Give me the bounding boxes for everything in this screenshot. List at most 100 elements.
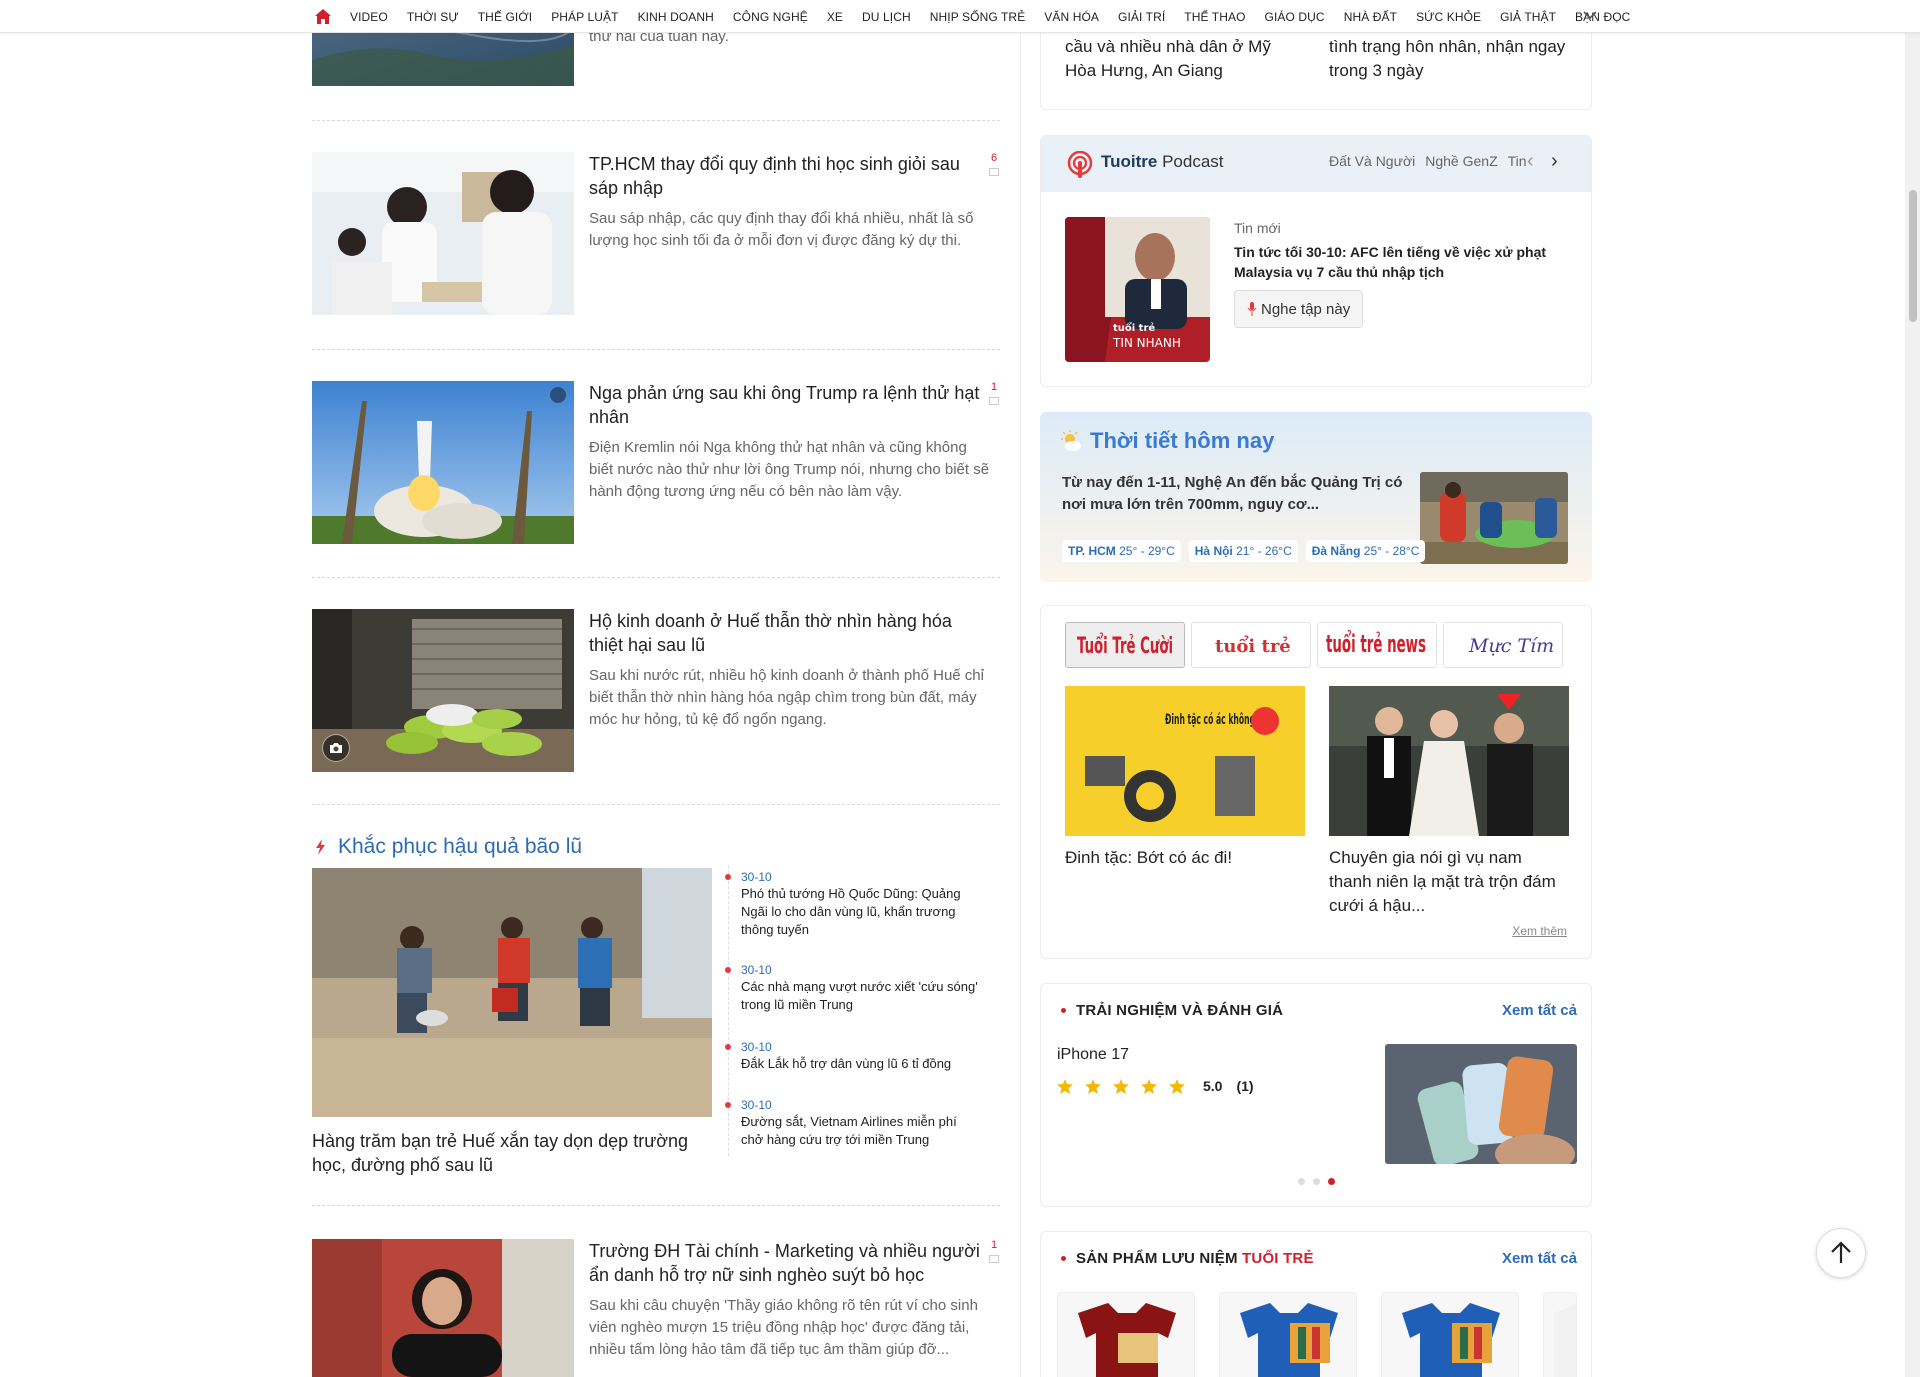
comment-count-value: 1 [990,1239,998,1251]
timeline-item[interactable]: 30-10 Đường sắt, Vietnam Airlines miễn ph… [725,1098,981,1149]
nav-item[interactable]: GIÁO DỤC [1265,10,1325,24]
article-thumbnail[interactable] [312,609,574,772]
brand-tab-cuoi[interactable]: Tuổi Trẻ Cười [1065,622,1185,668]
nav-item[interactable]: VĂN HÓA [1044,10,1099,24]
nav-item[interactable]: KINH DOANH [638,10,714,24]
bullet-dot [1061,1008,1066,1013]
section-main-image[interactable] [312,868,712,1117]
podcast-icon [1067,150,1093,184]
nav-item[interactable]: GIẢ THẬT [1500,10,1556,24]
timeline-item[interactable]: 30-10 Các nhà mạng vượt nước xiết 'cứu só… [725,963,981,1014]
article-title[interactable]: Hộ kinh doanh ở Huế thẫn thờ nhìn hàng h… [589,609,981,657]
podcast-tab[interactable]: Tin nhanh [1508,153,1529,169]
weather-widget[interactable]: Thời tiết hôm nay Từ nay đến 1-11, Nghệ … [1040,412,1592,582]
temp-chip[interactable]: Hà Nội 21° - 26°C [1188,540,1298,562]
timeline-title[interactable]: Đường sắt, Vietnam Airlines miễn phí chở… [741,1113,981,1149]
article-title[interactable]: Nga phản ứng sau khi ông Trump ra lệnh t… [589,381,981,429]
temp-city: Hà Nội [1194,544,1233,558]
nav-item[interactable]: THỜI SỰ [407,10,459,24]
nav-item[interactable]: VIDEO [350,10,388,24]
article-thumbnail[interactable] [312,152,574,315]
timeline-title[interactable]: Các nhà mạng vượt nước xiết 'cứu sóng' t… [741,978,981,1014]
review-heading[interactable]: TRẢI NGHIỆM VÀ ĐÁNH GIÁ [1076,1002,1283,1019]
chevron-right-icon[interactable]: › [1551,150,1558,173]
souvenir-product[interactable] [1219,1292,1357,1377]
temp-chip[interactable]: TP. HCM 25° - 29°C [1062,540,1181,562]
chevron-down-icon[interactable] [1582,8,1598,27]
section-main-story[interactable]: Hàng trăm bạn trẻ Huế xắn tay dọn dẹp tr… [312,868,712,1177]
see-more-link[interactable]: Xem thêm [1512,924,1567,938]
nav-item[interactable]: NHÀ ĐẤT [1344,10,1397,24]
pager-dot-active[interactable] [1328,1178,1335,1185]
view-all-link[interactable]: Xem tất cả [1502,1250,1577,1267]
scrollbar-thumb[interactable] [1909,190,1917,322]
souvenir-product[interactable] [1381,1292,1519,1377]
podcast-tab[interactable]: Đất Và Người [1329,153,1415,169]
podcast-label: Tin mới [1234,220,1281,236]
temp-chip[interactable]: Đà Nẵng 25° - 28°C [1305,540,1426,562]
nav-item[interactable]: SỨC KHỎE [1416,10,1481,24]
nav-item[interactable]: XE [827,10,843,24]
podcast-tab[interactable]: Nghề GenZ [1425,153,1497,169]
view-all-link[interactable]: Xem tất cả [1502,1002,1577,1019]
souvenir-heading-a: SẢN PHẨM LƯU NIỆM [1076,1250,1243,1267]
timeline-title[interactable]: Phó thủ tướng Hồ Quốc Dũng: Quảng Ngãi l… [741,885,981,939]
article-thumbnail[interactable] [312,1239,574,1377]
brand-tab-muc-tim[interactable]: Mực Tím [1443,622,1563,668]
weather-image[interactable] [1420,472,1568,564]
product-image[interactable] [1385,1044,1577,1164]
nav-item[interactable]: CÔNG NGHỆ [733,10,808,24]
star-icon [1141,1078,1157,1094]
souvenir-heading[interactable]: SẢN PHẨM LƯU NIỆM TUỔI TRẺ [1076,1250,1314,1267]
nav-item[interactable]: THẾ GIỚI [478,10,532,24]
home-icon[interactable] [312,0,334,33]
podcast-brand[interactable]: Tuoitre Podcast [1101,152,1224,172]
brand-story-image[interactable] [1329,686,1569,836]
article-title[interactable]: TP.HCM thay đổi quy định thi học sinh gi… [589,152,981,200]
nav-item[interactable]: DU LỊCH [862,10,911,24]
bullet-dot [1061,1256,1066,1261]
souvenir-product[interactable] [1057,1292,1195,1377]
chevron-left-icon[interactable]: ‹ [1527,150,1534,173]
brand-story[interactable]: Đinh tặc có ác không Đinh tặc: Bớt có ác… [1065,686,1305,870]
article-thumbnail[interactable] [312,381,574,544]
brand-tab-tuoitre-news[interactable]: tuổi trẻ news [1317,622,1437,668]
nav-item[interactable]: NHỊP SỐNG TRẺ [930,10,1026,24]
timeline-title[interactable]: Đắk Lắk hỗ trợ dân vùng lũ 6 tỉ đồng [741,1055,981,1073]
weather-description[interactable]: Từ nay đến 1-11, Nghệ An đến bắc Quảng T… [1062,472,1412,516]
timeline-date: 30-10 [741,1098,772,1112]
article-title[interactable]: Trường ĐH Tài chính - Marketing và nhiều… [589,1239,981,1287]
brand-story[interactable]: Chuyên gia nói gì vụ nam thanh niên lạ m… [1329,686,1569,918]
souvenir-widget: SẢN PHẨM LƯU NIỆM TUỔI TRẺ Xem tất cả [1040,1231,1592,1377]
listen-button[interactable]: Nghe tập này [1234,290,1364,328]
article-description: Sau sáp nhập, các quy định thay đổi khá … [589,210,974,249]
timeline-dot [725,874,731,880]
timeline-item[interactable]: 30-10 Đắk Lắk hỗ trợ dân vùng lũ 6 tỉ đồn… [725,1040,981,1073]
comment-count[interactable]: 1 [988,381,1000,405]
temp-range: 25° - 28°C [1360,544,1420,558]
podcast-episode-title[interactable]: Tin tức tối 30-10: AFC lên tiếng về việc… [1234,242,1564,282]
comment-count[interactable]: 6 [988,152,1000,176]
section-main-caption[interactable]: Hàng trăm bạn trẻ Huế xắn tay dọn dẹp tr… [312,1129,712,1177]
page-scrollbar[interactable] [1905,0,1920,1377]
pager-dot[interactable] [1298,1178,1305,1185]
brand-story-title[interactable]: Chuyên gia nói gì vụ nam thanh niên lạ m… [1329,846,1569,918]
comment-count[interactable]: 1 [988,1239,1000,1263]
brand-story-image[interactable]: Đinh tặc có ác không [1065,686,1305,836]
product-name[interactable]: iPhone 17 [1057,1046,1129,1064]
pager-dot[interactable] [1313,1178,1320,1185]
back-to-top-button[interactable] [1816,1228,1866,1278]
nav-item[interactable]: THỂ THAO [1184,10,1245,24]
section-header[interactable]: Khắc phục hậu quả bão lũ [312,835,582,859]
section-title[interactable]: Khắc phục hậu quả bão lũ [338,835,582,859]
nav-item[interactable]: PHÁP LUẬT [551,10,618,24]
brand-story-title[interactable]: Đinh tặc: Bớt có ác đi! [1065,846,1305,870]
timeline-dot [725,1044,731,1050]
nav-item[interactable]: GIẢI TRÍ [1118,10,1165,24]
brand-tab-tuoitre-cuoi[interactable]: tuổi trẻ [1191,622,1311,668]
brand-logo-text: Tuổi Trẻ Cười [1077,633,1173,659]
souvenir-product[interactable] [1543,1292,1577,1377]
weather-header: Thời tiết hôm nay [1060,428,1274,454]
podcast-thumbnail[interactable]: tuổi trẻ TIN NHANH [1065,217,1210,362]
timeline-item[interactable]: 30-10 Phó thủ tướng Hồ Quốc Dũng: Quảng N… [725,870,981,939]
